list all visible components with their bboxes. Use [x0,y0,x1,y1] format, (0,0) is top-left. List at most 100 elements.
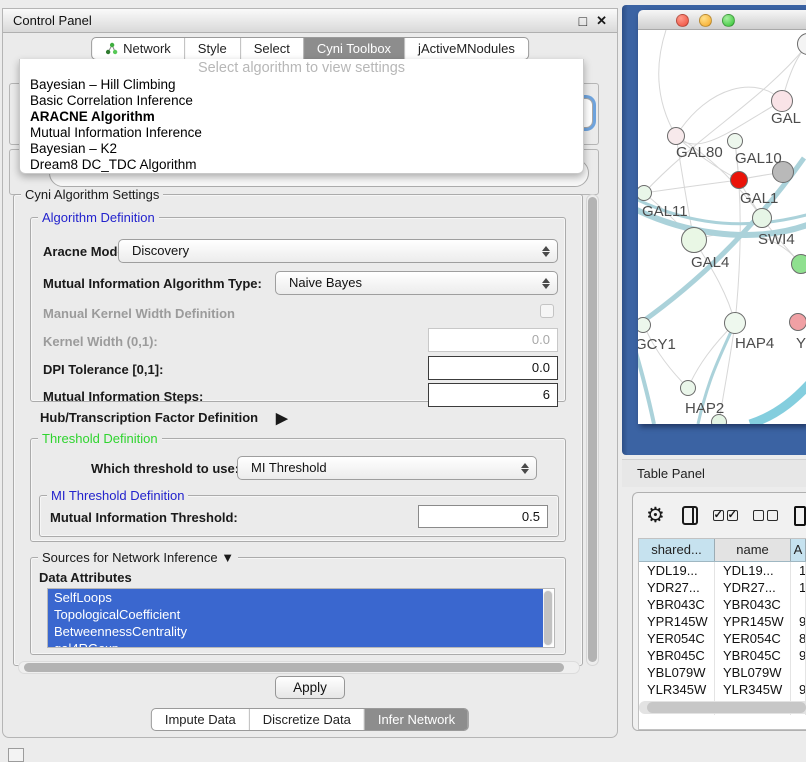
network-node-gal[interactable] [771,90,793,112]
network-node-green[interactable] [791,254,806,274]
dropdown-item-aracne[interactable]: ARACNE Algorithm [20,109,583,125]
aracne-mode-select[interactable]: Discovery [118,239,558,263]
column-header-partial[interactable]: A [791,539,806,561]
new-table-icon[interactable] [794,506,806,526]
network-node-gal11[interactable] [638,185,652,201]
node-circle[interactable] [730,171,748,189]
column-header-name[interactable]: name [715,539,791,561]
tab-jactivemnodules[interactable]: jActiveMNodules [404,38,528,59]
dropdown-item-bayesian-hill-climbing[interactable]: Bayesian – Hill Climbing [20,77,583,93]
scrollbar-thumb[interactable] [544,591,552,645]
table-row[interactable]: YDR27... YDR27... 12 [639,579,806,596]
table-settings-gear-icon[interactable]: ⚙ [646,503,665,528]
table-row[interactable]: YDL19... YDL19... 13 [639,562,806,579]
mi-threshold-field[interactable]: 0.5 [418,505,548,528]
node-circle[interactable] [752,208,772,228]
table-row[interactable]: YBL079W YBL079W [639,664,806,681]
unchecked-box-icon [753,510,764,521]
tab-impute-data-label: Impute Data [165,709,236,730]
node-circle[interactable] [681,227,707,253]
tab-impute-data[interactable]: Impute Data [152,709,249,730]
cell-value [791,596,806,613]
node-label: Y [796,335,806,352]
dpi-tolerance-field[interactable]: 0.0 [428,356,558,380]
table-row[interactable]: YLR345W YLR345W 9. [639,681,806,698]
dropdown-item-mutual-information[interactable]: Mutual Information Inference [20,125,583,141]
network-node-gal10[interactable] [727,133,743,149]
node-label: GAL10 [735,150,782,167]
network-canvas[interactable]: GAL GAL80 GAL10 GAL1 SWI4 GAL11 GAL4 GCY… [638,30,806,424]
dropdown-item-basic-correlation[interactable]: Basic Correlation Inference [20,93,583,109]
deselect-all-icon[interactable] [753,510,778,521]
node-circle[interactable] [638,185,652,201]
tab-network[interactable]: Network [92,38,184,59]
network-window-titlebar[interactable] [638,10,806,30]
minimize-traffic-light-icon[interactable] [699,14,712,27]
close-traffic-light-icon[interactable] [676,14,689,27]
network-node-salmon[interactable] [789,313,806,331]
node-circle[interactable] [771,90,793,112]
minimized-panel-button[interactable] [8,748,24,762]
tab-discretize-data[interactable]: Discretize Data [249,709,364,730]
cell-name: YBR043C [715,596,791,613]
sources-collapse-arrow-icon[interactable]: ▼ [221,550,234,565]
network-node-hap4[interactable] [724,312,746,334]
dropdown-item-dream8[interactable]: Dream8 DC_TDC Algorithm [20,157,583,173]
table-row[interactable]: YPR145W YPR145W 9. [639,613,806,630]
list-item-betweennesscentrality[interactable]: BetweennessCentrality [48,623,543,640]
table-row[interactable]: YBR045C YBR045C 9. [639,647,806,664]
network-node-gal80[interactable] [667,127,685,145]
scrollbar-thumb[interactable] [588,197,597,662]
list-item-gal4rgexp[interactable]: gal4RGexp [48,640,543,648]
data-attributes-list[interactable]: SelfLoops TopologicalCoefficient Between… [47,588,555,648]
node-circle[interactable] [791,254,806,274]
tab-jactivemnodules-label: jActiveMNodules [418,38,515,59]
tab-cyni-toolbox-label: Cyni Toolbox [317,38,391,59]
mi-steps-field[interactable]: 6 [428,383,558,407]
apply-button[interactable]: Apply [275,676,345,699]
table-row[interactable]: YER054C YER054C 8. [639,630,806,647]
select-all-icon[interactable] [713,510,738,521]
network-node-hap2[interactable] [680,380,696,396]
network-node-swi4[interactable] [752,208,772,228]
tab-style[interactable]: Style [184,38,240,59]
column-chooser-icon[interactable] [682,506,698,525]
network-view-window[interactable]: GAL GAL80 GAL10 GAL1 SWI4 GAL11 GAL4 GCY… [638,10,806,424]
which-threshold-select[interactable]: MI Threshold [237,456,537,480]
column-header-shared-name[interactable]: shared... [639,539,715,561]
hub-expand-arrow-icon[interactable]: ▶ [276,409,288,427]
network-node-gcy1[interactable] [638,317,651,333]
settings-horizontal-scrollbar[interactable] [18,661,580,674]
tab-cyni-toolbox[interactable]: Cyni Toolbox [303,38,404,59]
node-circle[interactable] [727,133,743,149]
float-window-icon[interactable]: □ [579,13,587,29]
list-item-topologicalcoefficient[interactable]: TopologicalCoefficient [48,606,543,623]
node-circle[interactable] [789,313,806,331]
node-circle[interactable] [667,127,685,145]
network-node-gal1[interactable] [730,171,748,189]
node-circle[interactable] [680,380,696,396]
network-node-gal4[interactable] [681,227,707,253]
tab-select[interactable]: Select [240,38,303,59]
list-item-selfloops[interactable]: SelfLoops [48,589,543,606]
settings-vertical-scrollbar[interactable] [586,194,599,666]
network-node[interactable] [797,33,806,55]
dropdown-item-bayesian-k2[interactable]: Bayesian – K2 [20,141,583,157]
checked-box-icon [727,510,738,521]
close-window-icon[interactable]: ✕ [596,13,607,29]
node-circle[interactable] [638,317,651,333]
node-label: HAP4 [735,335,774,352]
node-circle[interactable] [724,312,746,334]
node-circle[interactable] [797,33,806,55]
tab-infer-network[interactable]: Infer Network [364,709,468,730]
zoom-traffic-light-icon[interactable] [722,14,735,27]
attributes-list-scrollbar[interactable] [543,590,553,646]
table-horizontal-scrollbar[interactable] [639,701,806,714]
node-label: GCY1 [638,336,676,353]
scrollbar-thumb[interactable] [647,702,806,713]
manual-kernel-width-checkbox[interactable] [540,304,554,318]
mi-algorithm-type-select[interactable]: Naive Bayes [275,271,558,295]
table-row[interactable]: YBR043C YBR043C [639,596,806,613]
control-panel-titlebar: Control Panel □ ✕ [3,9,617,33]
scrollbar-thumb[interactable] [24,663,564,672]
